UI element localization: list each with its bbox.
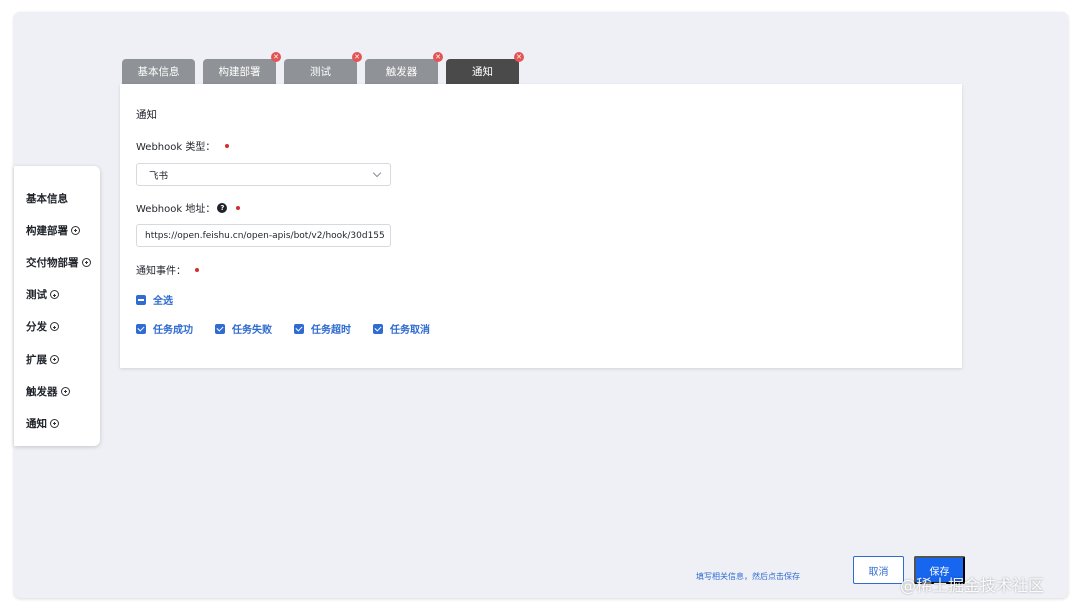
- webhook-type-label: Webhook 类型：: [136, 142, 216, 153]
- event-label: 任务超时: [311, 325, 351, 336]
- checkbox-checked-icon: [373, 323, 383, 334]
- notification-form-card: 通知 Webhook 类型： 飞书 Webhook 地址： ? https://…: [120, 84, 962, 368]
- event-label: 任务取消: [390, 325, 430, 336]
- close-icon[interactable]: ✕: [352, 52, 362, 62]
- section-title: 通知: [136, 109, 157, 121]
- save-hint-text: 填写相关信息，然后点击保存: [696, 572, 800, 581]
- events-label-row: 通知事件：: [136, 262, 199, 277]
- checkbox-indeterminate-icon: [136, 294, 146, 305]
- cancel-button[interactable]: 取消: [853, 556, 904, 584]
- sidebar-item-label: 测试: [26, 289, 47, 302]
- sidebar-item-test[interactable]: 测试: [14, 279, 100, 311]
- required-dot: [225, 143, 230, 148]
- tab-notification[interactable]: 通知 ✕: [446, 52, 524, 84]
- plus-circle-icon[interactable]: [50, 354, 59, 364]
- sidebar-item-label: 交付物部署: [26, 256, 79, 269]
- plus-circle-icon[interactable]: [71, 225, 80, 235]
- sidebar-item-label: 通知: [26, 417, 47, 430]
- webhook-url-label-row: Webhook 地址： ?: [136, 200, 241, 215]
- select-all-label: 全选: [153, 296, 173, 307]
- tab-label: 构建部署: [218, 66, 261, 78]
- event-checkbox-timeout[interactable]: 任务超时: [294, 321, 351, 336]
- sidebar-item-label: 触发器: [26, 385, 58, 398]
- chevron-down-icon: [372, 168, 382, 178]
- event-label: 任务成功: [153, 325, 193, 336]
- tab-label: 测试: [310, 66, 331, 78]
- required-dot: [195, 267, 199, 272]
- sidebar-item-distribute[interactable]: 分发: [14, 311, 100, 343]
- required-dot: [236, 205, 241, 210]
- webhook-type-label-row: Webhook 类型：: [136, 138, 230, 153]
- sidebar-item-artifact-deploy[interactable]: 交付物部署: [14, 246, 100, 278]
- tab-label: 触发器: [385, 66, 418, 78]
- webhook-url-value: https://open.feishu.cn/open-apis/bot/v2/…: [145, 230, 385, 241]
- tab-test[interactable]: 测试 ✕: [284, 52, 362, 84]
- sidebar-item-trigger[interactable]: 触发器: [14, 375, 100, 407]
- plus-circle-icon[interactable]: [60, 386, 70, 396]
- question-circle-icon[interactable]: ?: [217, 202, 228, 213]
- event-label: 任务失败: [232, 325, 272, 336]
- tab-trigger[interactable]: 触发器 ✕: [365, 52, 443, 84]
- sidebar-item-label: 构建部署: [26, 224, 68, 237]
- close-icon[interactable]: ✕: [271, 52, 281, 62]
- sidebar-item-extension[interactable]: 扩展: [14, 343, 100, 375]
- watermark: @稀土掘金技术社区: [900, 576, 1045, 595]
- sidebar-item-label: 分发: [26, 321, 47, 334]
- sidebar: 基本信息 构建部署 交付物部署 测试 分发 扩展 触发器 通知: [14, 166, 100, 446]
- tab-label: 基本信息: [137, 66, 180, 78]
- select-all-checkbox[interactable]: 全选: [136, 292, 173, 307]
- sidebar-item-build-deploy[interactable]: 构建部署: [14, 214, 100, 246]
- checkbox-checked-icon: [136, 323, 146, 334]
- checkbox-checked-icon: [215, 323, 225, 334]
- close-icon[interactable]: ✕: [514, 52, 524, 62]
- tab-label: 通知: [472, 66, 493, 78]
- tab-bar: 基本信息 构建部署 ✕ 测试 ✕ 触发器 ✕ 通知 ✕: [122, 52, 524, 84]
- plus-circle-icon[interactable]: [50, 418, 59, 428]
- webhook-type-value: 飞书: [149, 170, 169, 182]
- events-label: 通知事件：: [136, 266, 186, 277]
- sidebar-item-label: 扩展: [26, 353, 47, 366]
- plus-circle-icon[interactable]: [50, 290, 59, 300]
- event-checkbox-failed[interactable]: 任务失败: [215, 321, 272, 336]
- sidebar-item-label: 基本信息: [26, 192, 68, 205]
- close-icon[interactable]: ✕: [433, 52, 443, 62]
- webhook-url-label: Webhook 地址：: [136, 204, 216, 215]
- event-checkbox-success[interactable]: 任务成功: [136, 321, 193, 336]
- tab-basic-info[interactable]: 基本信息: [122, 59, 195, 84]
- events-row: 任务成功 任务失败 任务超时 任务取消: [136, 321, 452, 336]
- sidebar-item-notification[interactable]: 通知: [14, 407, 100, 439]
- plus-circle-icon[interactable]: [50, 322, 59, 332]
- plus-circle-icon[interactable]: [81, 257, 91, 267]
- tab-build-deploy[interactable]: 构建部署 ✕: [203, 52, 281, 84]
- webhook-url-input[interactable]: https://open.feishu.cn/open-apis/bot/v2/…: [136, 224, 391, 247]
- event-checkbox-cancelled[interactable]: 任务取消: [373, 321, 430, 336]
- checkbox-checked-icon: [294, 323, 304, 334]
- webhook-type-select[interactable]: 飞书: [136, 163, 391, 186]
- sidebar-item-basic-info[interactable]: 基本信息: [14, 182, 100, 214]
- select-all-row: 全选: [136, 292, 195, 307]
